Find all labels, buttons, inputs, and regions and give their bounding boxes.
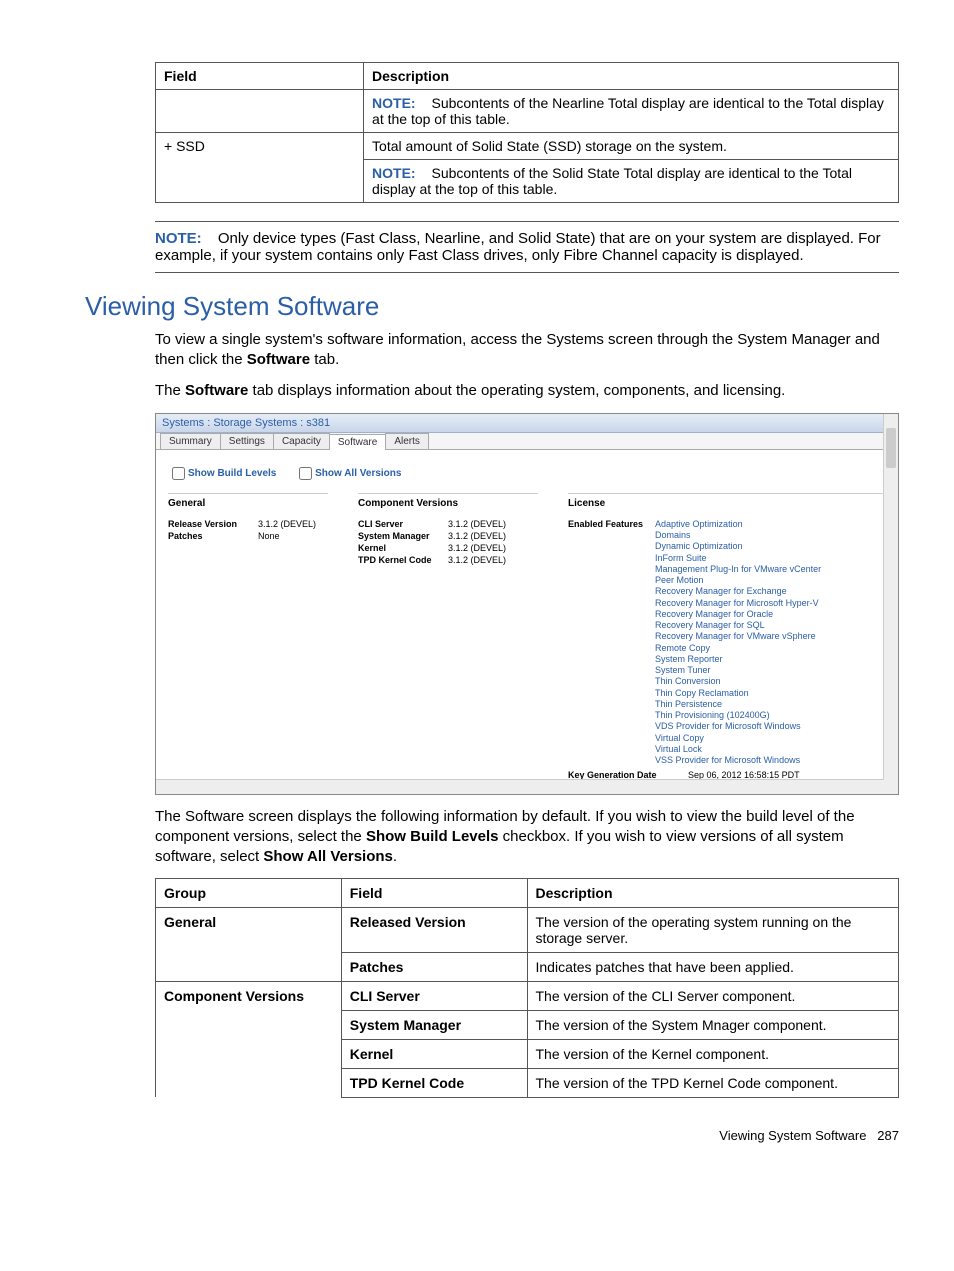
field-cell: Released Version: [341, 907, 527, 952]
desc-cell: The version of the TPD Kernel Code compo…: [527, 1068, 899, 1097]
field-cell: TPD Kernel Code: [341, 1068, 527, 1097]
enabled-features-label: Enabled Features: [568, 519, 643, 767]
field-description-table: Field Description NOTE: Subcontents of t…: [155, 62, 899, 203]
col-license: License: [568, 493, 886, 513]
section-heading: Viewing System Software: [85, 291, 899, 322]
paragraph-1: To view a single system's software infor…: [155, 330, 899, 371]
group-cell: Component Versions: [156, 981, 342, 1097]
vertical-scrollbar[interactable]: [883, 414, 898, 794]
desc-cell: The version of the CLI Server component.: [527, 981, 899, 1010]
desc-cell: Total amount of Solid State (SSD) storag…: [364, 133, 899, 160]
footer-title: Viewing System Software: [719, 1128, 866, 1143]
software-screenshot: Systems : Storage Systems : s381 Summary…: [155, 413, 899, 795]
show-build-levels-checkbox[interactable]: Show Build Levels: [168, 468, 276, 479]
tab-summary[interactable]: Summary: [160, 433, 221, 449]
field-cell: System Manager: [341, 1010, 527, 1039]
note-label: NOTE:: [372, 165, 416, 181]
col-components: Component Versions: [358, 493, 538, 513]
field-cell: Kernel: [341, 1039, 527, 1068]
desc-cell: Indicates patches that have been applied…: [527, 952, 899, 981]
tab-row: Summary Settings Capacity Software Alert…: [156, 433, 898, 450]
paragraph-2: The Software tab displays information ab…: [155, 381, 899, 401]
desc-cell: The version of the operating system runn…: [527, 907, 899, 952]
desc-cell: NOTE: Subcontents of the Solid State Tot…: [364, 160, 899, 203]
field-cell: CLI Server: [341, 981, 527, 1010]
th-group: Group: [156, 878, 342, 907]
horizontal-scrollbar[interactable]: [156, 779, 884, 794]
footer-page-number: 287: [877, 1128, 899, 1143]
note-label: NOTE:: [372, 95, 416, 111]
th-description: Description: [527, 878, 899, 907]
desc-cell: The version of the System Mnager compone…: [527, 1010, 899, 1039]
tab-settings[interactable]: Settings: [220, 433, 274, 449]
th-field: Field: [341, 878, 527, 907]
field-cell: Patches: [341, 952, 527, 981]
desc-cell: The version of the Kernel component.: [527, 1039, 899, 1068]
page-note: NOTE: Only device types (Fast Class, Nea…: [155, 221, 899, 273]
th-description: Description: [364, 63, 899, 90]
col-general: General: [168, 493, 328, 513]
group-cell: General: [156, 907, 342, 981]
software-fields-table: Group Field Description General Released…: [155, 878, 899, 1098]
enabled-features-list: Adaptive Optimization Domains Dynamic Op…: [655, 519, 821, 767]
field-cell: [156, 160, 364, 203]
desc-text: Subcontents of the Solid State Total dis…: [372, 165, 852, 197]
desc-cell: NOTE: Subcontents of the Nearline Total …: [364, 90, 899, 133]
tab-capacity[interactable]: Capacity: [273, 433, 330, 449]
note-label: NOTE:: [155, 230, 202, 247]
paragraph-3: The Software screen displays the followi…: [155, 807, 899, 868]
show-all-versions-checkbox[interactable]: Show All Versions: [295, 468, 401, 479]
note-text: Only device types (Fast Class, Nearline,…: [155, 230, 881, 264]
desc-text: Subcontents of the Nearline Total displa…: [372, 95, 884, 127]
tab-alerts[interactable]: Alerts: [385, 433, 429, 449]
th-field: Field: [156, 63, 364, 90]
window-title: Systems : Storage Systems : s381: [156, 414, 898, 433]
page-footer: Viewing System Software 287: [85, 1128, 899, 1143]
field-cell: [156, 90, 364, 133]
field-cell: + SSD: [156, 133, 364, 160]
tab-software[interactable]: Software: [329, 434, 386, 450]
